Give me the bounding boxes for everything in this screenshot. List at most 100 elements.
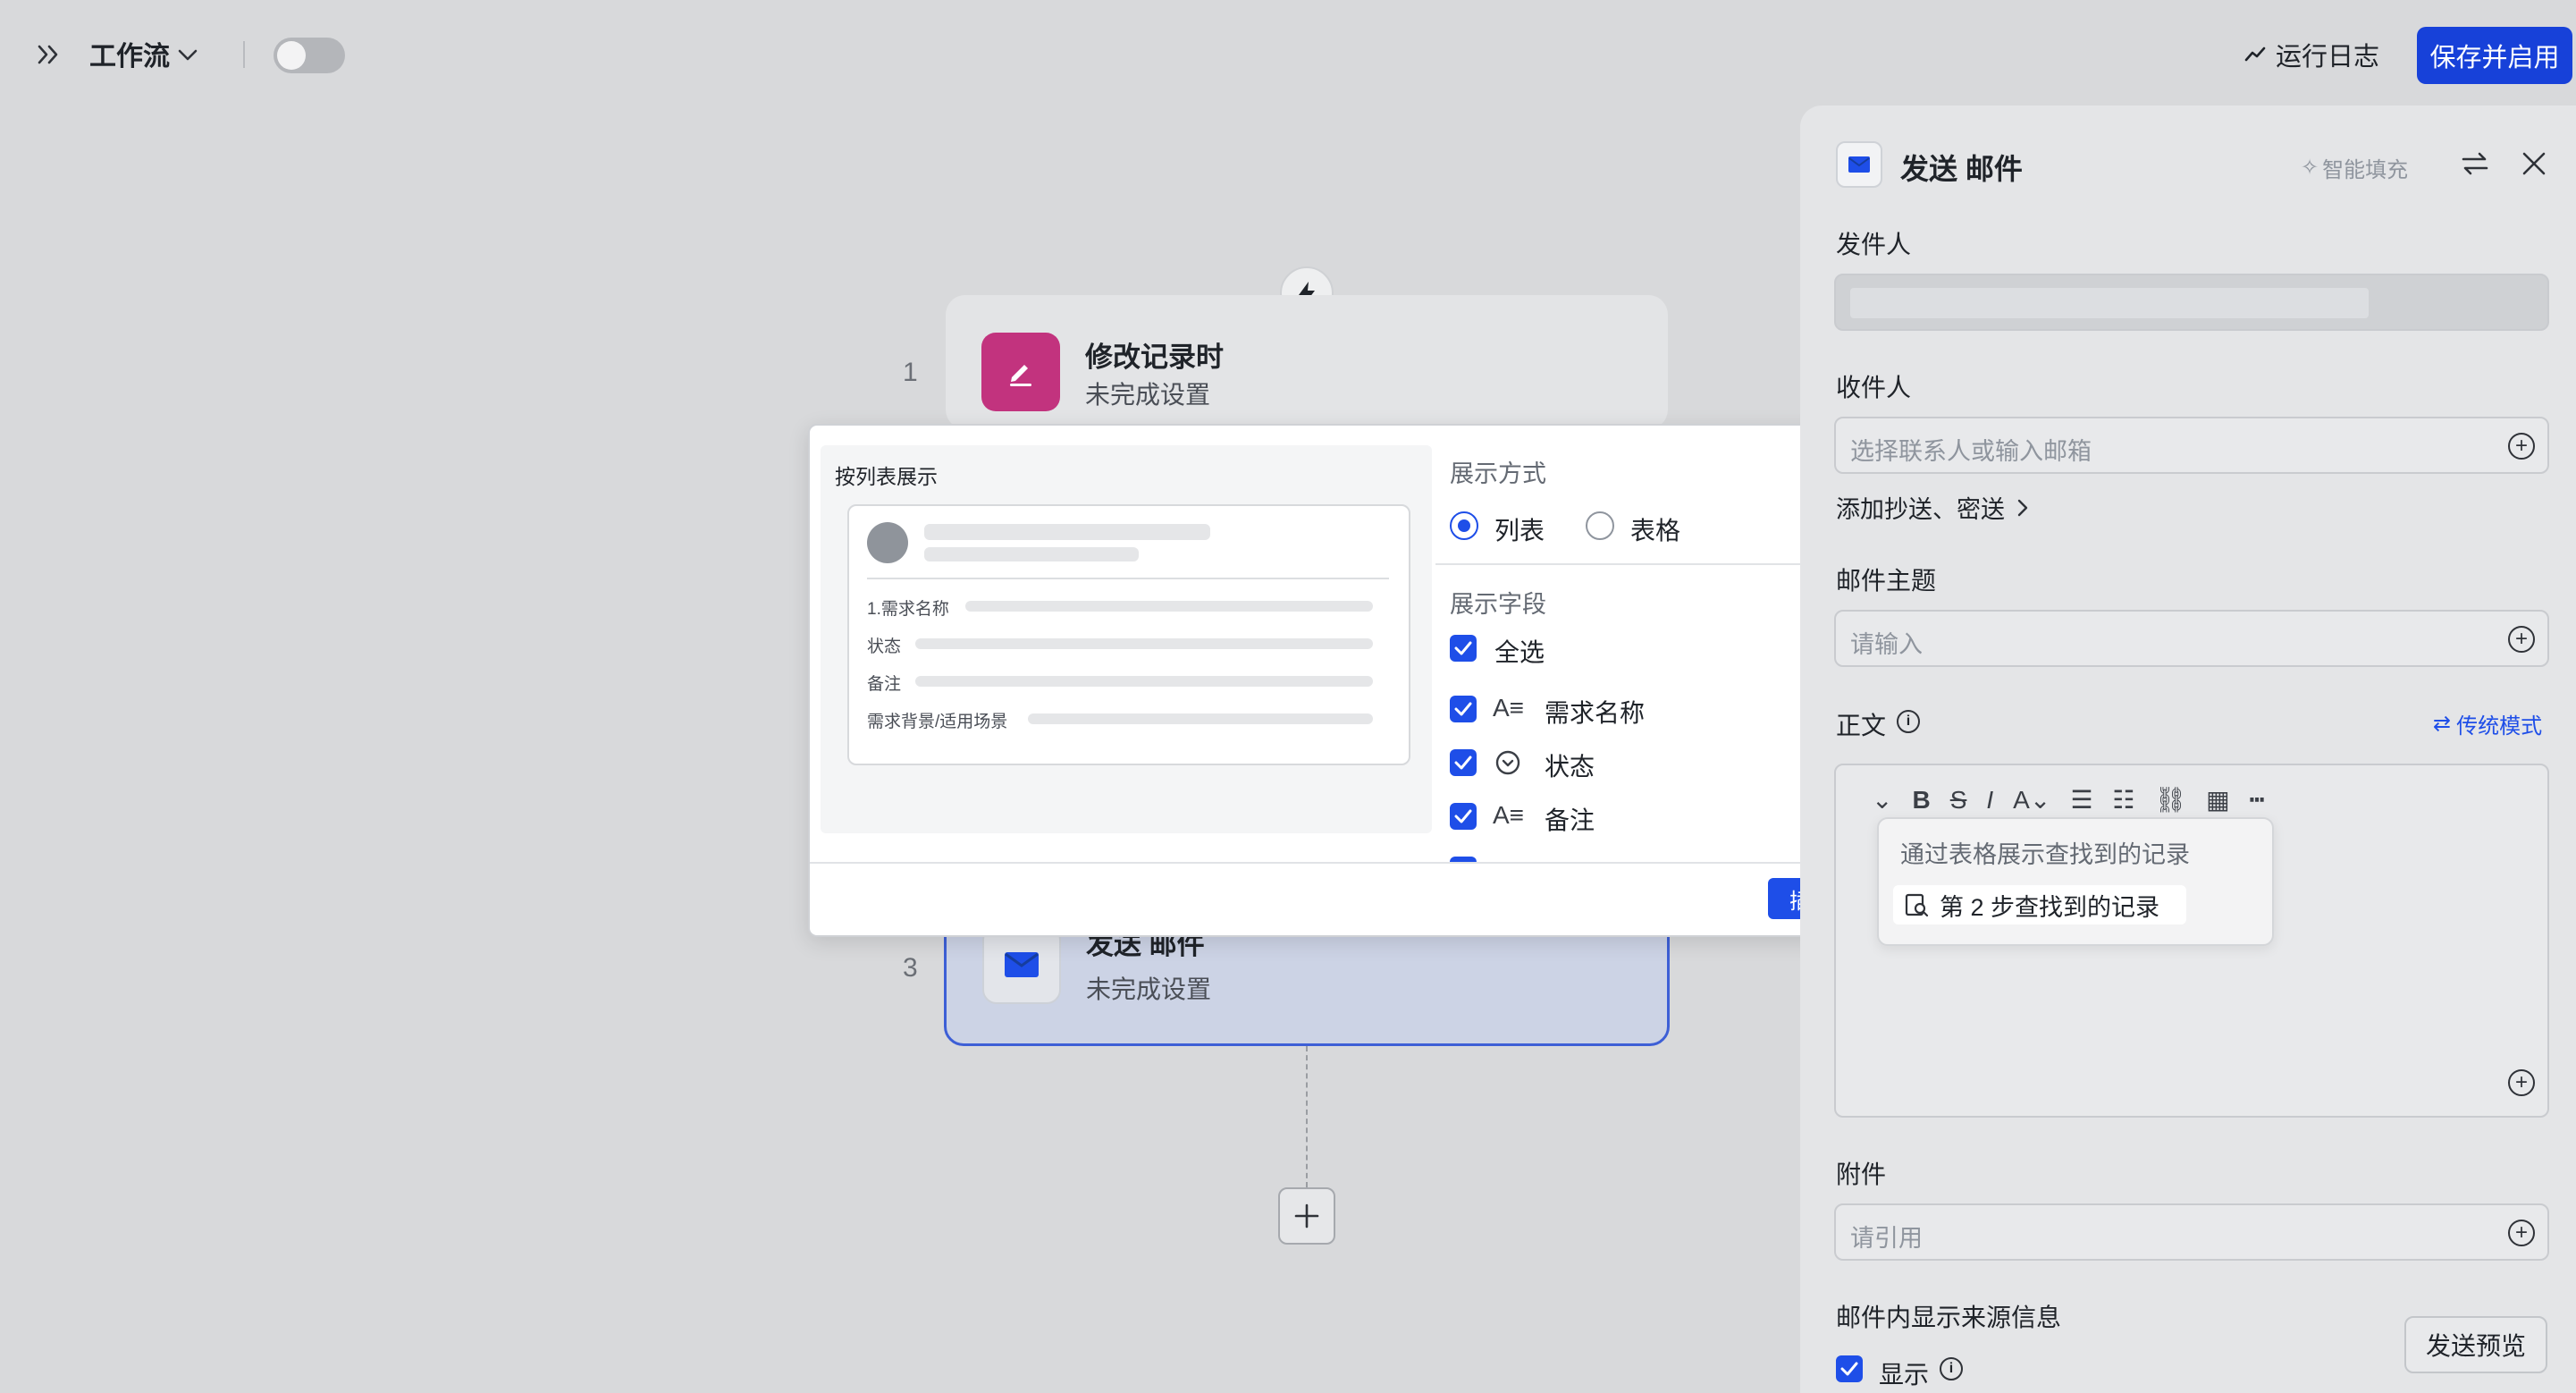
field-checkbox[interactable] bbox=[1450, 696, 1477, 722]
preview-row-label: 需求背景/适用场景 bbox=[867, 713, 1008, 731]
divider bbox=[867, 578, 1389, 579]
info-icon[interactable]: i bbox=[1940, 1357, 1963, 1380]
show-source-label[interactable]: 显示 bbox=[1879, 1355, 1929, 1391]
display-format-popup: 按列表展示 1.需求名称 状态 备注 需求背景/适用场景 展示方式 列表 表格 … bbox=[808, 424, 1865, 937]
workflow-title[interactable]: 工作流 bbox=[89, 34, 170, 73]
select-all-checkbox[interactable] bbox=[1450, 635, 1477, 662]
add-circle-icon[interactable]: + bbox=[2508, 433, 2535, 460]
placeholder-bar bbox=[924, 524, 1210, 540]
send-preview-button[interactable]: 发送预览 bbox=[2404, 1316, 2547, 1373]
attachment-label: 附件 bbox=[1836, 1161, 1887, 1188]
preview-row-label: 1.需求名称 bbox=[867, 600, 949, 619]
preview-row-label: 备注 bbox=[867, 675, 902, 694]
link-icon[interactable]: ⛓ bbox=[2155, 785, 2187, 815]
sender-value-redacted bbox=[1850, 288, 2369, 318]
trigger-node-status: 未完成设置 bbox=[1085, 381, 1211, 409]
connector-line bbox=[1306, 1046, 1308, 1187]
add-circle-icon[interactable]: + bbox=[2508, 626, 2535, 653]
preview-title: 按列表展示 bbox=[835, 465, 938, 488]
info-icon[interactable]: i bbox=[1897, 710, 1920, 733]
mail-icon bbox=[1836, 141, 1882, 188]
close-icon[interactable] bbox=[2521, 150, 2547, 177]
trigger-node[interactable]: 修改记录时 未完成设置 bbox=[946, 295, 1668, 429]
sparkle-icon: ✧ bbox=[2301, 156, 2319, 180]
attachment-placeholder: 请引用 bbox=[1850, 1225, 1923, 1252]
bullet-list-icon[interactable]: ☷ bbox=[2112, 785, 2134, 815]
preview-card: 1.需求名称 状态 备注 需求背景/适用场景 bbox=[847, 504, 1410, 765]
divider bbox=[810, 862, 1863, 864]
chevron-down-icon[interactable] bbox=[175, 43, 200, 68]
bold-icon[interactable]: B bbox=[1912, 786, 1930, 815]
switch-icon[interactable] bbox=[2460, 148, 2490, 179]
legacy-mode-link[interactable]: ⇄ 传统模式 bbox=[2433, 708, 2542, 739]
run-log-label: 运行日志 bbox=[2276, 43, 2380, 72]
field-checkbox[interactable] bbox=[1450, 803, 1477, 830]
display-mode-label: 展示方式 bbox=[1450, 460, 1546, 487]
sender-label: 发件人 bbox=[1836, 231, 1912, 258]
display-fields-label: 展示字段 bbox=[1450, 591, 1546, 618]
table-icon[interactable]: ▦ bbox=[2206, 785, 2229, 815]
divider bbox=[243, 41, 245, 68]
field-checkbox[interactable] bbox=[1450, 749, 1477, 776]
plus-icon bbox=[1294, 1203, 1319, 1228]
smart-fill-button[interactable]: ✧ 智能填充 bbox=[2301, 152, 2408, 183]
placeholder-bar bbox=[924, 547, 1139, 561]
run-log-button[interactable]: 运行日志 bbox=[2243, 36, 2379, 73]
divider bbox=[1435, 563, 1861, 565]
avatar bbox=[867, 522, 908, 563]
enable-toggle[interactable] bbox=[274, 38, 345, 73]
placeholder-bar bbox=[1028, 713, 1373, 724]
source-info-label: 邮件内显示来源信息 bbox=[1836, 1304, 2062, 1331]
subject-placeholder: 请输入 bbox=[1850, 631, 1923, 658]
email-config-panel: 发送 邮件 ✧ 智能填充 发件人 收件人 选择联系人或输入邮箱 + 添加抄送、密送… bbox=[1800, 106, 2576, 1393]
editor-toolbar: ⌄ B S I A⌄ ☰ ☷ ⛓ ▦ ┅ bbox=[1872, 785, 2264, 815]
dropdown-item[interactable]: 第 2 步查找到的记录 bbox=[1893, 885, 2186, 924]
placeholder-bar bbox=[915, 676, 1373, 687]
panel-title: 发送 邮件 bbox=[1900, 153, 2023, 185]
recipient-label: 收件人 bbox=[1836, 374, 1912, 401]
field-label[interactable]: 备注 bbox=[1545, 801, 1595, 837]
show-source-checkbox[interactable] bbox=[1836, 1355, 1863, 1382]
radio-table[interactable] bbox=[1586, 511, 1614, 540]
subject-label: 邮件主题 bbox=[1836, 567, 1937, 595]
radio-list-label[interactable]: 列表 bbox=[1494, 511, 1545, 547]
recipient-placeholder: 选择联系人或输入邮箱 bbox=[1850, 438, 2092, 465]
record-search-icon bbox=[1905, 893, 1929, 917]
preview-row-label: 状态 bbox=[867, 637, 902, 656]
select-all-label[interactable]: 全选 bbox=[1494, 633, 1545, 669]
add-circle-icon[interactable]: + bbox=[2508, 1220, 2535, 1246]
trigger-node-title: 修改记录时 bbox=[1085, 342, 1224, 373]
subject-field[interactable]: 请输入 + bbox=[1834, 610, 2549, 667]
top-bar: 工作流 运行日志 保存并启用 bbox=[0, 0, 2576, 111]
expand-sidebar-icon[interactable] bbox=[36, 41, 63, 68]
sender-field[interactable] bbox=[1834, 274, 2549, 331]
field-label[interactable]: 需求名称 bbox=[1545, 694, 1645, 730]
chevron-down-icon[interactable]: ⌄ bbox=[1872, 785, 1892, 815]
text-field-icon: A≡ bbox=[1493, 694, 1525, 722]
font-color-icon[interactable]: A⌄ bbox=[2013, 785, 2050, 815]
field-label[interactable]: 状态 bbox=[1545, 747, 1595, 783]
add-circle-icon[interactable]: + bbox=[2508, 1069, 2535, 1096]
send-email-node-status: 未完成设置 bbox=[1086, 975, 1212, 1003]
placeholder-bar bbox=[915, 638, 1373, 649]
status-field-icon bbox=[1494, 749, 1521, 776]
recipient-field[interactable]: 选择联系人或输入邮箱 + bbox=[1834, 417, 2549, 474]
italic-icon[interactable]: I bbox=[1986, 786, 1993, 815]
dropdown-title: 通过表格展示查找到的记录 bbox=[1900, 841, 2190, 868]
insert-records-dropdown: 通过表格展示查找到的记录 第 2 步查找到的记录 bbox=[1877, 817, 2274, 946]
switch-icon: ⇄ bbox=[2433, 712, 2452, 736]
text-field-icon: A≡ bbox=[1493, 801, 1525, 829]
step-number-1: 1 bbox=[903, 358, 918, 387]
ordered-list-icon[interactable]: ☰ bbox=[2070, 785, 2092, 815]
placeholder-bar bbox=[965, 601, 1373, 612]
attachment-field[interactable]: 请引用 + bbox=[1834, 1203, 2549, 1261]
chevron-right-icon bbox=[2017, 499, 2028, 516]
radio-table-label[interactable]: 表格 bbox=[1630, 511, 1680, 547]
radio-list[interactable] bbox=[1450, 511, 1478, 540]
divider-icon[interactable]: ┅ bbox=[2250, 785, 2265, 815]
add-step-button[interactable] bbox=[1278, 1187, 1335, 1245]
save-and-enable-button[interactable]: 保存并启用 bbox=[2417, 27, 2572, 84]
add-cc-bcc-link[interactable]: 添加抄送、密送 bbox=[1836, 490, 2032, 525]
mail-icon bbox=[982, 925, 1061, 1004]
strikethrough-icon[interactable]: S bbox=[1950, 786, 1967, 815]
